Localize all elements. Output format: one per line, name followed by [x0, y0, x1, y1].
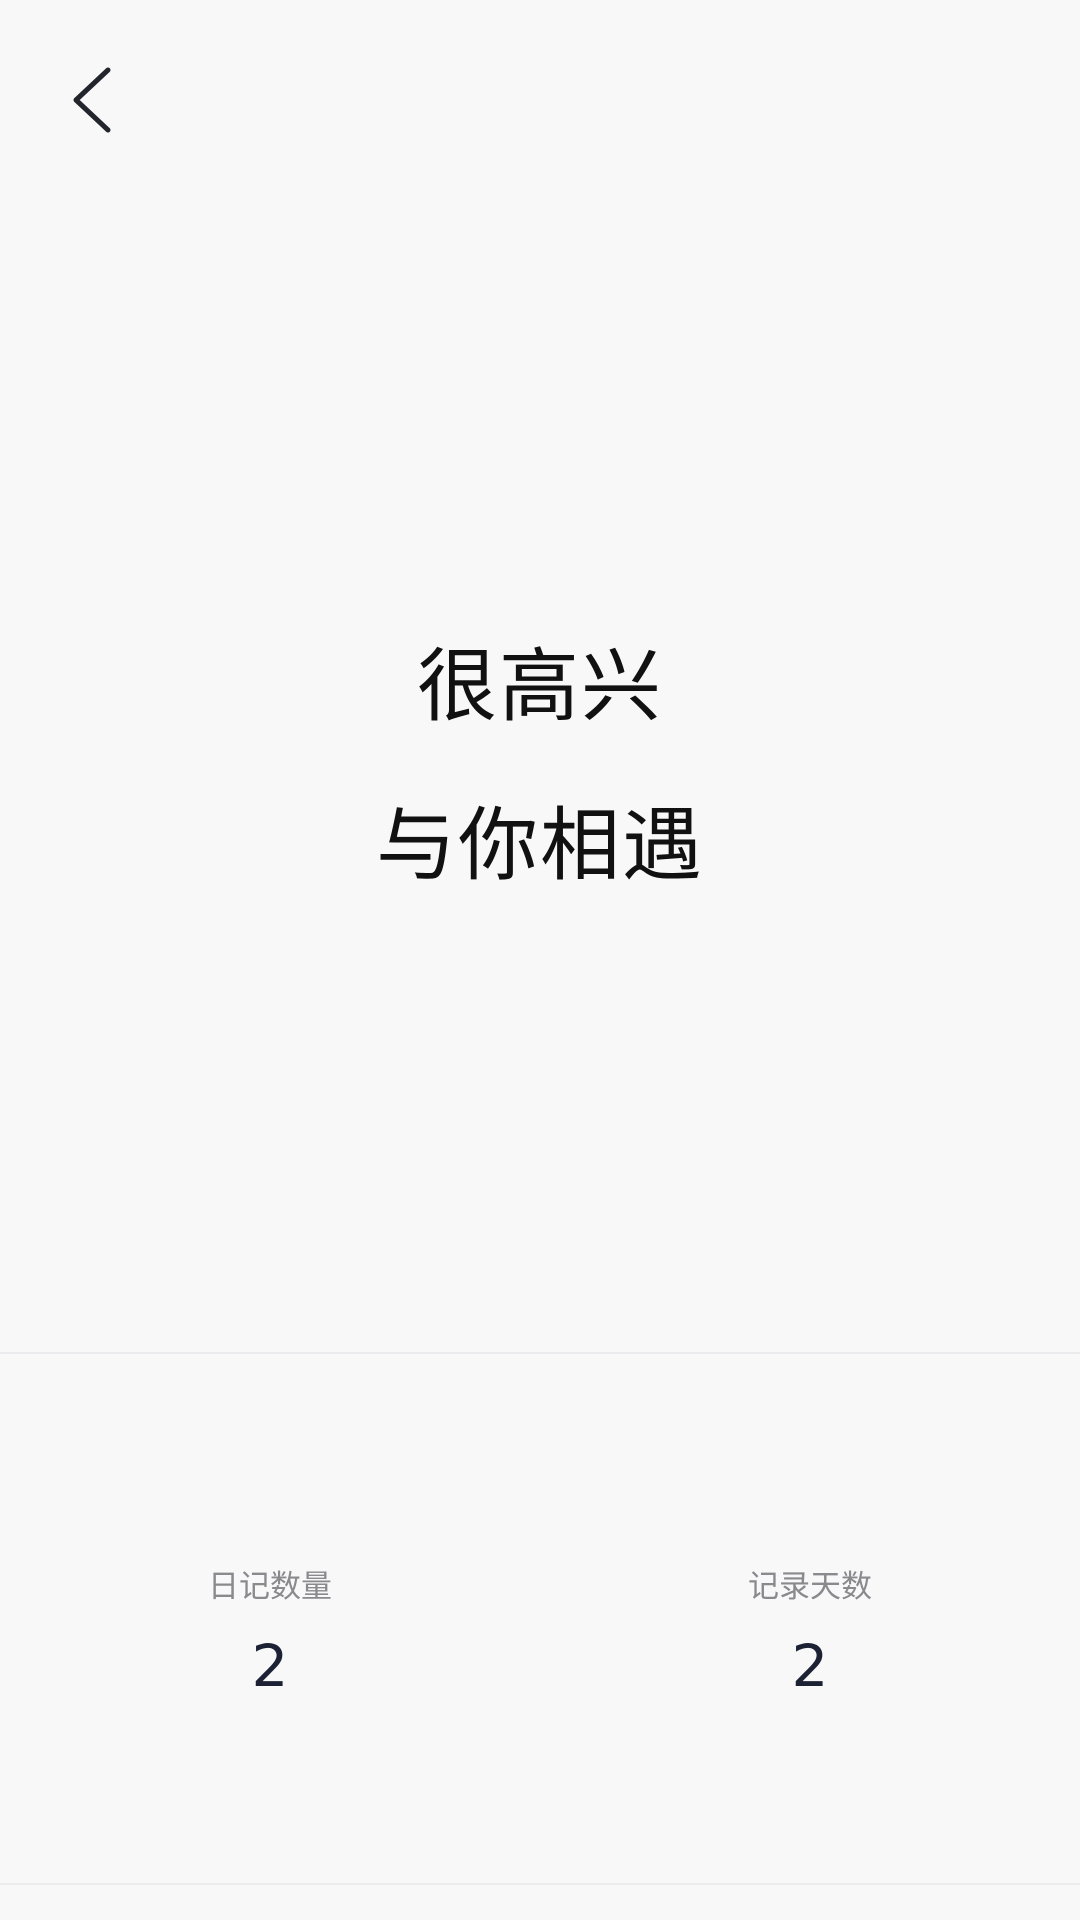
chevron-left-icon — [73, 67, 111, 133]
stat-label: 日记数量 — [208, 1569, 332, 1605]
divider — [0, 1352, 1080, 1354]
greeting-line-2: 与你相遇 — [376, 799, 704, 892]
back-button[interactable] — [52, 52, 132, 148]
stat-diary-count: 日记数量 2 — [120, 1565, 420, 1701]
stat-value: 2 — [251, 1632, 289, 1700]
divider — [0, 1883, 1080, 1885]
greeting-line-1: 很高兴 — [417, 640, 663, 733]
stat-record-days: 记录天数 2 — [660, 1565, 960, 1701]
page: 很高兴 与你相遇 日记数量 2 记录天数 2 — [0, 0, 1080, 1920]
stat-label: 记录天数 — [748, 1569, 872, 1605]
stat-value: 2 — [791, 1632, 829, 1700]
